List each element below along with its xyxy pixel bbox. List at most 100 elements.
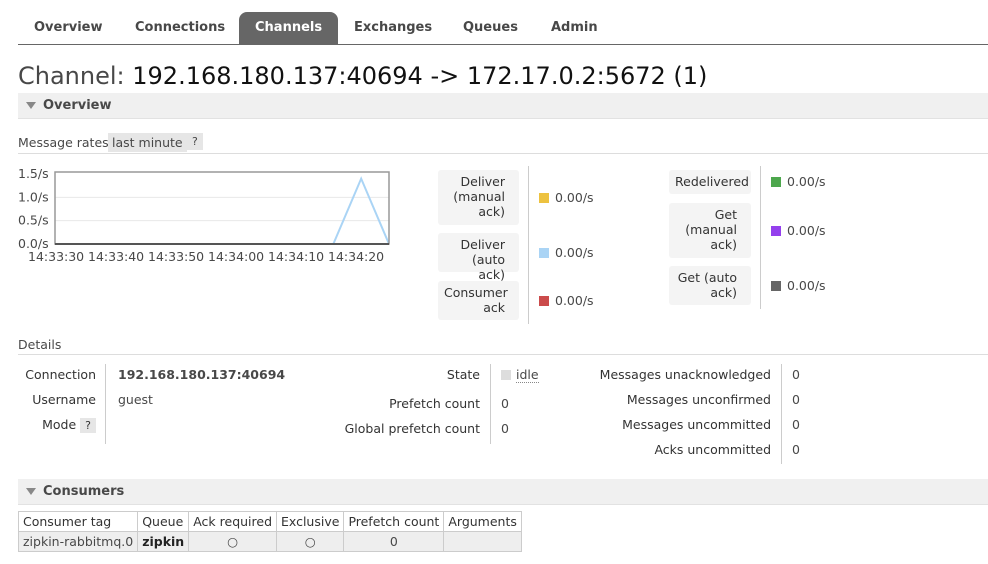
divider: [18, 354, 988, 355]
column-header: Consumer tag: [17, 511, 139, 532]
tab-overview[interactable]: Overview: [18, 12, 119, 44]
global-prefetch-value: 0: [501, 421, 509, 436]
triangle-down-icon: [26, 102, 36, 109]
legend-label-line: Deliver: [460, 174, 506, 189]
x-tick-label: 14:34:20: [328, 249, 384, 264]
tab-exchanges[interactable]: Exchanges: [338, 12, 448, 44]
overview-section-title: Overview: [43, 98, 112, 113]
consumer-tag-cell: zipkin-rabbitmq.0: [17, 531, 139, 552]
legend-label-line: (manual: [685, 222, 737, 237]
rates-period-selector[interactable]: last minute: [108, 133, 187, 152]
nav-tabs: Overview Connections Channels Exchanges …: [18, 12, 988, 45]
global-prefetch-label: Global prefetch count: [344, 421, 480, 436]
legend-label-line: Deliver: [460, 237, 506, 252]
legend-value: 0.00/s: [539, 190, 594, 205]
legend-swatch: [771, 280, 781, 291]
legend-label-line: (auto ack): [471, 252, 505, 282]
legend-label-line: ack: [483, 300, 505, 315]
mode-label: Mode?: [42, 417, 96, 433]
page-title-prefix: Channel:: [18, 62, 125, 90]
overview-section-toggle[interactable]: Overview: [18, 93, 988, 119]
unconfirmed-label: Messages unconfirmed: [626, 392, 771, 407]
tab-admin[interactable]: Admin: [535, 12, 614, 44]
page-title: Channel: 192.168.180.137:40694 -> 172.17…: [18, 62, 707, 90]
legend-label-line: Redelivered: [675, 174, 749, 189]
legend-value: 0.00/s: [539, 293, 594, 308]
x-tick-label: 14:33:40: [88, 249, 144, 264]
unconfirmed-value: 0: [792, 392, 800, 407]
state-label: State: [446, 367, 480, 382]
legend-rate: 0.00/s: [555, 189, 594, 205]
details-separator: [490, 364, 491, 444]
consumers-table: Consumer tag Queue Ack required Exclusiv…: [17, 511, 522, 552]
connection-value[interactable]: 192.168.180.137:40694: [118, 367, 285, 382]
y-tick-label: 0.5/s: [18, 213, 49, 228]
y-tick-label: 1.5/s: [18, 166, 49, 181]
legend-label: Consumer ack: [438, 281, 519, 320]
x-tick-label: 14:33:50: [148, 249, 204, 264]
uncommitted-label: Messages uncommitted: [622, 417, 771, 432]
details-heading: Details: [18, 337, 62, 352]
acks-uncommitted-label: Acks uncommitted: [654, 442, 771, 457]
state-value: idle: [516, 367, 539, 383]
channel-name: 192.168.180.137:40694 -> 172.17.0.2:5672…: [132, 62, 708, 90]
prefetch-count-value: 0: [501, 396, 509, 411]
unacked-value: 0: [792, 367, 800, 382]
legend-label-line: Get (auto: [677, 270, 737, 285]
legend-label: Get (manual ack): [669, 203, 751, 258]
tab-channels[interactable]: Channels: [239, 12, 339, 44]
legend-value: 0.00/s: [771, 278, 826, 293]
table-row: zipkin-rabbitmq.0 zipkin ○ ○ 0: [17, 531, 522, 552]
consumers-section-toggle[interactable]: Consumers: [18, 479, 988, 505]
username-label: Username: [32, 392, 96, 407]
arguments-cell: [443, 531, 522, 552]
message-rates-chart: 1.5/s1.0/s0.5/s0.0/s14:33:30 14:33:40 14:3…: [18, 166, 390, 264]
tab-connections[interactable]: Connections: [119, 12, 241, 44]
column-header: Queue: [137, 511, 190, 532]
legend-label: Deliver (auto ack): [438, 233, 519, 282]
legend-swatch: [771, 225, 781, 236]
legend-label: Deliver (manual ack): [438, 170, 519, 225]
column-header: Arguments: [443, 511, 522, 532]
prefetch-cell: 0: [343, 531, 445, 552]
legend-label-line: Get: [714, 207, 737, 222]
legend-label: Get (auto ack): [669, 266, 751, 305]
legend-value: 0.00/s: [771, 174, 826, 189]
legend-label-line: ack): [710, 237, 737, 252]
legend-label-line: Consumer: [444, 285, 508, 300]
x-tick-label: 14:34:00: [208, 249, 264, 264]
uncommitted-value: 0: [792, 417, 800, 432]
prefetch-count-label: Prefetch count: [389, 396, 480, 411]
legend-label-line: ack): [710, 285, 737, 300]
mode-label-text: Mode: [42, 417, 77, 432]
connection-label: Connection: [25, 367, 96, 382]
queue-link[interactable]: zipkin: [137, 531, 190, 552]
legend-swatch: [539, 192, 549, 203]
legend-separator: [528, 166, 529, 324]
username-value: guest: [118, 392, 153, 407]
legend-swatch: [771, 177, 781, 187]
rates-help-button[interactable]: ?: [187, 133, 203, 150]
table-header-row: Consumer tag Queue Ack required Exclusiv…: [17, 511, 522, 532]
legend-separator: [760, 166, 761, 309]
exclusive-cell: ○: [276, 531, 345, 552]
legend-swatch: [539, 295, 549, 306]
legend-label-line: ack): [478, 204, 505, 219]
mode-help-button[interactable]: ?: [80, 418, 96, 433]
legend-rate: 0.00/s: [787, 174, 826, 189]
column-header: Prefetch count: [343, 511, 445, 532]
state-indicator: [501, 370, 511, 380]
column-header: Exclusive: [276, 511, 345, 532]
legend-label: Redelivered: [669, 170, 751, 194]
series-line: [55, 176, 390, 245]
column-header: Ack required: [188, 511, 278, 532]
legend-swatch: [539, 247, 549, 258]
tab-queues[interactable]: Queues: [447, 12, 534, 44]
state-text: idle: [516, 367, 539, 383]
consumers-section-title: Consumers: [43, 484, 125, 499]
y-tick-label: 1.0/s: [18, 189, 49, 204]
triangle-down-icon: [26, 488, 36, 495]
legend-value: 0.00/s: [539, 245, 594, 260]
legend-rate: 0.00/s: [787, 222, 826, 238]
details-separator: [781, 364, 782, 464]
